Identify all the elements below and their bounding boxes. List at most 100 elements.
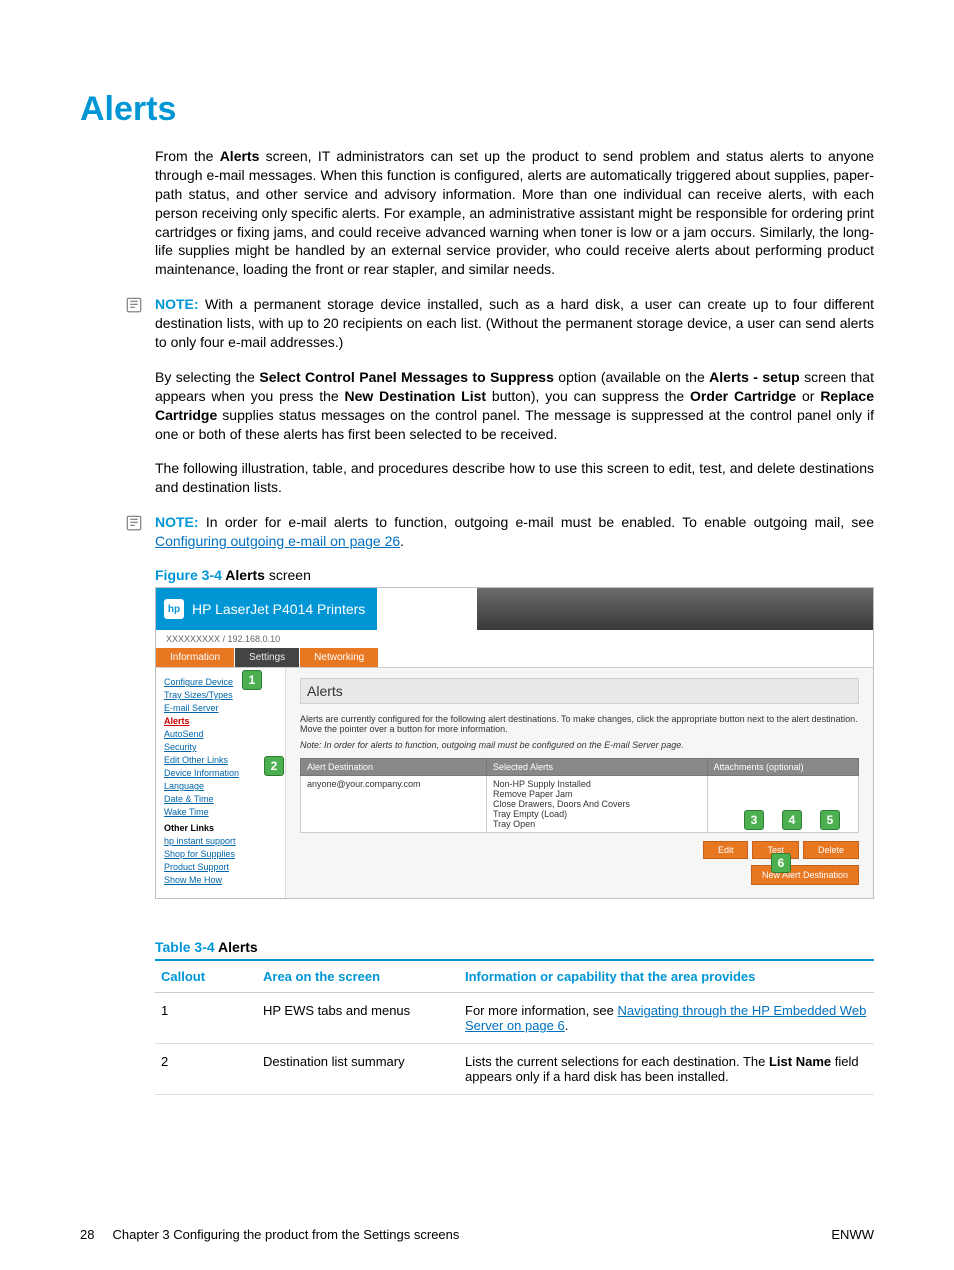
alert-item: Tray Empty (Load) [493,809,701,819]
note-icon [125,296,143,314]
sidebar-item[interactable]: AutoSend [164,729,277,739]
callout-2: 2 [264,756,284,776]
callout-3: 3 [744,810,764,830]
sidebar-item[interactable]: Device Information [164,768,277,778]
td-callout: 1 [155,993,257,1044]
th-callout: Callout [155,960,257,993]
td-callout: 2 [155,1044,257,1095]
delete-button[interactable]: Delete [803,841,859,859]
sidebar-item-alerts[interactable]: Alerts [164,716,277,726]
tab-information[interactable]: Information [156,648,234,667]
sidebar-item[interactable]: hp instant support [164,836,277,846]
paragraph: By selecting the Select Control Panel Me… [155,368,874,444]
sidebar-item[interactable]: Wake Time [164,807,277,817]
sidebar-item[interactable]: Shop for Supplies [164,849,277,859]
reference-table: Callout Area on the screen Information o… [155,959,874,1095]
note-text: In order for e-mail alerts to function, … [199,514,874,530]
text: button), you can suppress the [486,388,690,404]
text-bold: New Destination List [345,388,487,404]
callout-5: 5 [820,810,840,830]
ews-tab-bar: Information Settings Networking [156,648,873,668]
note-block: NOTE: In order for e-mail alerts to func… [155,513,874,551]
ews-brand-bar: hp HP LaserJet P4014 Printers [156,588,377,630]
text: By selecting the [155,369,259,385]
td-area: Destination list summary [257,1044,459,1095]
footer-page-number: 28 [80,1227,94,1242]
ews-note-text: Note: In order for alerts to function, o… [300,740,859,750]
ews-intro-text: Alerts are currently configured for the … [300,714,859,734]
footer-right: ENWW [831,1227,874,1242]
alert-item: Close Drawers, Doors And Covers [493,799,701,809]
text-bold: Select Control Panel Messages to Suppres… [259,369,554,385]
hp-logo-icon: hp [164,599,184,619]
td-info: Lists the current selections for each de… [459,1044,874,1095]
note-label: NOTE: [155,514,199,530]
table-row: 2 Destination list summary Lists the cur… [155,1044,874,1095]
td-info: For more information, see Navigating thr… [459,993,874,1044]
text-bold: Alerts - setup [709,369,800,385]
sidebar-item[interactable]: Tray Sizes/Types [164,690,277,700]
edit-button[interactable]: Edit [703,841,749,859]
th-attachments: Attachments (optional) [707,759,858,776]
text-bold: List Name [769,1054,831,1069]
text: For more information, see [465,1003,617,1018]
text: option (available on the [554,369,709,385]
footer-chapter-text: Chapter 3 Configuring the product from t… [113,1227,460,1242]
callout-6: 6 [771,853,791,873]
ews-alerts-table: Alert Destination Selected Alerts Attach… [300,758,859,833]
text: or [796,388,820,404]
text: From the [155,148,220,164]
ews-main-panel: Alerts Alerts are currently configured f… [286,668,873,898]
sidebar-item[interactable]: Security [164,742,277,752]
th-area: Area on the screen [257,960,459,993]
figure-title: Alerts [222,567,265,583]
text-bold: Alerts [220,148,260,164]
td-destination: anyone@your.company.com [301,776,487,833]
figure-caption: Figure 3-4 Alerts screen [155,567,874,583]
text: . [565,1018,569,1033]
ews-product-name: HP LaserJet P4014 Printers [192,601,365,617]
note-text: With a permanent storage device installe… [155,296,874,350]
figure-number: Figure 3-4 [155,567,222,583]
sidebar-item[interactable]: Product Support [164,862,277,872]
tab-settings[interactable]: Settings [235,648,299,667]
text: Lists the current selections for each de… [465,1054,769,1069]
tab-networking[interactable]: Networking [300,648,378,667]
callout-1: 1 [242,670,262,690]
callout-4: 4 [782,810,802,830]
sidebar-item[interactable]: Show Me How [164,875,277,885]
note-block: NOTE: With a permanent storage device in… [155,295,874,352]
th-destination: Alert Destination [301,759,487,776]
alert-item: Remove Paper Jam [493,789,701,799]
table-number: Table 3-4 [155,939,215,955]
sidebar-item[interactable]: Language [164,781,277,791]
sidebar-heading-other-links: Other Links [164,823,277,833]
link-config-email[interactable]: Configuring outgoing e-mail on page 26 [155,533,400,549]
text-bold: Order Cartridge [690,388,796,404]
text: supplies status messages on the control … [155,407,874,442]
paragraph: The following illustration, table, and p… [155,459,874,497]
note-icon [125,514,143,532]
th-info: Information or capability that the area … [459,960,874,993]
ews-screenshot: hp HP LaserJet P4014 Printers XXXXXXXXX … [155,587,874,899]
figure-suffix: screen [265,567,311,583]
sidebar-item[interactable]: E-mail Server [164,703,277,713]
td-attachments: 3 4 5 [707,776,858,833]
note-label: NOTE: [155,296,199,312]
table-title: Alerts [215,939,258,955]
td-area: HP EWS tabs and menus [257,993,459,1044]
text: screen, IT administrators can set up the… [155,148,874,277]
sidebar-item[interactable]: Date & Time [164,794,277,804]
ews-address: XXXXXXXXX / 192.168.0.10 [156,630,873,648]
ews-sidebar: 1 2 Configure Device Tray Sizes/Types E-… [156,668,286,898]
sidebar-item[interactable]: Edit Other Links [164,755,277,765]
alert-item: Tray Open [493,819,701,829]
alert-item: Non-HP Supply Installed [493,779,701,789]
new-alert-destination-button[interactable]: New Alert Destination [751,865,859,885]
page-title: Alerts [80,90,874,129]
ews-main-title: Alerts [300,678,859,704]
text: . [400,533,404,549]
intro-paragraph: From the Alerts screen, IT administrator… [155,147,874,279]
table-caption: Table 3-4 Alerts [155,939,874,955]
table-row: 1 HP EWS tabs and menus For more informa… [155,993,874,1044]
